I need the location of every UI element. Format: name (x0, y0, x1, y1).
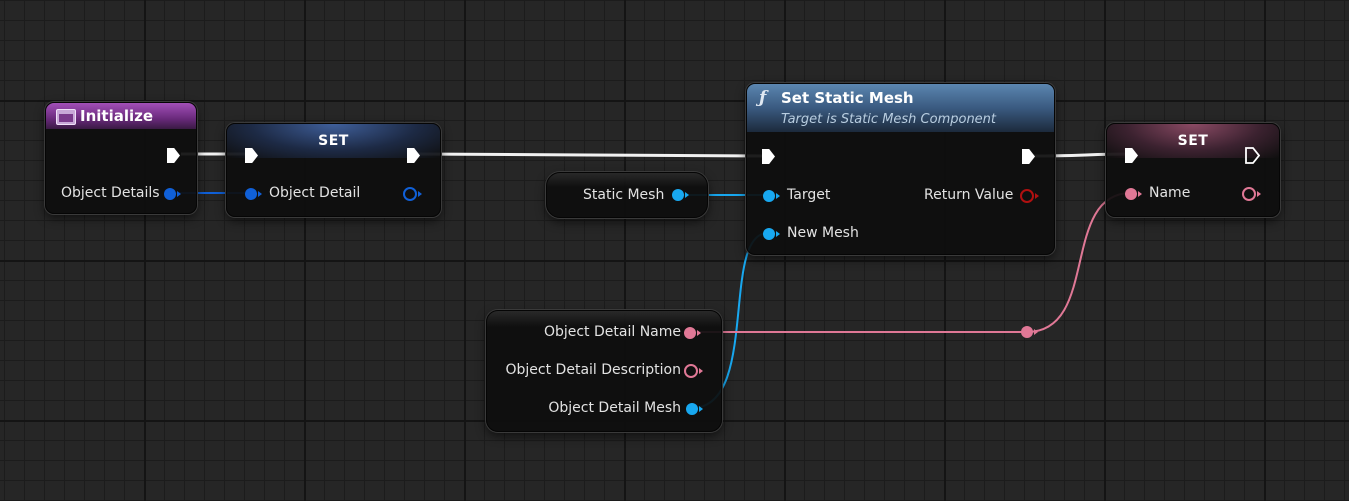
exec-out-pin-icon[interactable] (167, 148, 180, 163)
object-detail-mesh-pin-icon[interactable] (686, 403, 698, 415)
event-graph-icon (56, 109, 76, 125)
object-detail-mesh-pin-arrow-icon (699, 406, 703, 412)
return-value-pin-icon[interactable] (1020, 189, 1034, 203)
set-static-mesh-title: Set Static Mesh (781, 89, 914, 107)
object-detail-break-node[interactable]: Object Detail Name Object Detail Descrip… (486, 310, 722, 432)
object-details-pin-arrow-icon (177, 191, 181, 197)
set-name-node[interactable]: SET Name (1106, 123, 1280, 217)
static-mesh-pin-arrow-icon (685, 192, 689, 198)
return-value-label: Return Value (924, 187, 1014, 203)
static-mesh-getter-node[interactable]: Static Mesh (546, 172, 708, 218)
set-static-mesh-node[interactable]: ƒ Set Static Mesh Target is Static Mesh … (746, 83, 1055, 255)
object-detail-out-pin-arrow-icon (418, 191, 422, 197)
set-static-mesh-header[interactable]: ƒ Set Static Mesh Target is Static Mesh … (747, 84, 1054, 132)
exec-wire-set-to-set-static-mesh[interactable] (415, 152, 767, 158)
new-mesh-pin-icon[interactable] (763, 228, 775, 240)
object-detail-name-pin-icon[interactable] (684, 327, 696, 339)
reroute-knot[interactable] (1021, 326, 1033, 338)
new-mesh-label: New Mesh (787, 225, 859, 241)
return-value-pin-arrow-icon (1035, 193, 1039, 199)
name-out-pin-icon[interactable] (1242, 187, 1256, 201)
name-in-pin-arrow-icon (1138, 191, 1142, 197)
object-detail-label: Object Detail (269, 185, 361, 201)
initialize-event-node[interactable]: Initialize Object Details (45, 102, 197, 214)
object-details-label: Object Details (61, 185, 160, 201)
object-detail-mesh-label: Object Detail Mesh (548, 400, 681, 416)
target-label: Target (787, 187, 831, 203)
static-mesh-pin-icon[interactable] (672, 189, 684, 201)
name-label: Name (1149, 185, 1191, 201)
object-detail-out-pin-icon[interactable] (403, 187, 417, 201)
target-pin-icon[interactable] (763, 190, 775, 202)
name-in-pin-icon[interactable] (1125, 188, 1137, 200)
object-detail-in-pin-arrow-icon (258, 191, 262, 197)
function-icon: ƒ (759, 88, 767, 108)
set-static-mesh-subtitle: Target is Static Mesh Component (781, 112, 997, 127)
object-detail-name-pin-arrow-icon (697, 330, 701, 336)
set-object-detail-node[interactable]: SET Object Detail (226, 123, 441, 217)
exec-in-pin-icon[interactable] (762, 149, 775, 164)
object-detail-in-pin-icon[interactable] (245, 188, 257, 200)
object-detail-name-label: Object Detail Name (543, 324, 681, 340)
name-out-pin-arrow-icon (1257, 191, 1261, 197)
new-mesh-pin-arrow-icon (776, 231, 780, 237)
object-detail-description-label: Object Detail Description (505, 362, 681, 378)
static-mesh-label: Static Mesh (583, 187, 665, 203)
initialize-node-header[interactable]: Initialize (46, 103, 196, 129)
initialize-node-title: Initialize (80, 107, 154, 125)
exec-out-pin-icon[interactable] (1022, 149, 1035, 164)
object-details-pin-icon[interactable] (164, 188, 176, 200)
target-pin-arrow-icon (776, 193, 780, 199)
object-detail-description-pin-icon[interactable] (684, 364, 698, 378)
object-detail-description-pin-arrow-icon (699, 368, 703, 374)
getter-highlight (547, 173, 707, 187)
exec-out-hollow-pin-icon[interactable] (1245, 147, 1260, 164)
